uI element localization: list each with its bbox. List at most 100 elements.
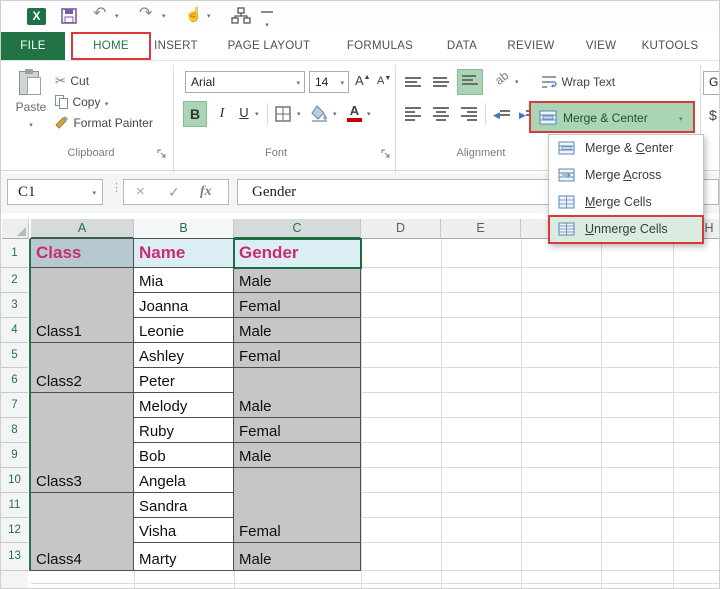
tab-data[interactable]: DATA [437, 32, 487, 60]
cell-A7-A10[interactable]: Class3 [31, 393, 134, 493]
font-dialog-launcher-icon[interactable] [381, 149, 391, 159]
decrease-indent-button[interactable]: ◀ [493, 105, 510, 123]
borders-icon[interactable] [275, 106, 291, 122]
select-all-button[interactable] [2, 219, 29, 239]
font-color-dropdown-icon[interactable]: ▾ [367, 111, 371, 118]
row-header-6[interactable]: 6 [1, 368, 28, 393]
top-align-button[interactable] [405, 75, 421, 89]
row-header-5[interactable]: 5 [1, 343, 28, 368]
font-size-combobox[interactable]: 14▾ [309, 71, 349, 93]
cut-button[interactable]: ✂ Cut [55, 72, 89, 90]
row-header-4[interactable]: 4 [1, 318, 28, 343]
tab-insert[interactable]: INSERT [147, 32, 205, 60]
row-header-7[interactable]: 7 [1, 393, 28, 418]
tab-review[interactable]: REVIEW [501, 32, 561, 60]
copy-button[interactable]: Copy ▾ [55, 93, 108, 111]
row-header-12[interactable]: 12 [1, 518, 28, 543]
cell-B7[interactable]: Melody [134, 393, 234, 418]
wrap-text-button[interactable]: Wrap Text [541, 73, 615, 91]
orientation-dropdown-icon[interactable]: ▾ [515, 79, 519, 86]
underline-dropdown-icon[interactable]: ▾ [255, 111, 259, 118]
tab-view[interactable]: VIEW [579, 32, 623, 60]
center-button[interactable] [433, 105, 449, 123]
cell-B12[interactable]: Visha [134, 518, 234, 543]
font-color-icon[interactable]: A [347, 104, 362, 122]
column-header-E[interactable]: E [441, 219, 521, 239]
cell-C5[interactable]: Femal [234, 343, 361, 368]
org-chart-icon[interactable] [231, 7, 251, 25]
redo-dropdown-icon[interactable]: ▾ [162, 13, 166, 20]
column-header-C[interactable]: C [234, 219, 361, 239]
cell-C13[interactable]: Male [234, 543, 361, 571]
cell-B10[interactable]: Angela [134, 468, 234, 493]
customize-qat-icon[interactable]: ▾ [261, 11, 273, 32]
cell-B11[interactable]: Sandra [134, 493, 234, 518]
tab-page-layout[interactable]: PAGE LAYOUT [217, 32, 321, 60]
name-box[interactable]: C1 ▾ [7, 179, 103, 205]
fill-color-icon[interactable] [311, 105, 329, 122]
cell-B4[interactable]: Leonie [134, 318, 234, 343]
menu-item-merge-center[interactable]: Merge & Center [549, 135, 703, 162]
redo-icon[interactable]: ↷ [139, 5, 152, 23]
align-left-button[interactable] [405, 105, 421, 123]
shrink-font-button[interactable]: A▼ [377, 75, 391, 87]
tab-file[interactable]: FILE [1, 32, 65, 60]
save-icon[interactable] [61, 8, 77, 24]
row-header-9[interactable]: 9 [1, 443, 28, 468]
undo-icon[interactable]: ↶ [93, 5, 106, 23]
cell-C6-C7[interactable]: Male [234, 368, 361, 418]
tab-home[interactable]: HOME [71, 32, 151, 60]
cell-A1[interactable]: Class [31, 239, 134, 268]
cell-C8[interactable]: Femal [234, 418, 361, 443]
cell-B8[interactable]: Ruby [134, 418, 234, 443]
borders-dropdown-icon[interactable]: ▾ [297, 111, 301, 118]
number-format-combobox[interactable]: Ge [703, 71, 720, 95]
cell-B2[interactable]: Mia [134, 268, 234, 293]
bold-button[interactable]: B [183, 101, 207, 127]
row-header-10[interactable]: 10 [1, 468, 28, 493]
cell-B1[interactable]: Name [134, 239, 234, 268]
underline-button[interactable]: U [235, 101, 253, 127]
insert-function-icon[interactable]: fx [200, 184, 212, 200]
row-header-1[interactable]: 1 [1, 239, 28, 268]
grow-font-button[interactable]: A▲ [355, 73, 371, 88]
menu-item-merge-cells[interactable]: Merge Cells [549, 189, 703, 216]
cell-A2-A4[interactable]: Class1 [31, 268, 134, 343]
cell-B6[interactable]: Peter [134, 368, 234, 393]
touch-mode-dropdown-icon[interactable]: ▾ [207, 13, 211, 20]
cell-C10-C12[interactable]: Femal [234, 468, 361, 543]
cell-C3[interactable]: Femal [234, 293, 361, 318]
row-header-3[interactable]: 3 [1, 293, 28, 318]
middle-align-button[interactable] [433, 75, 449, 89]
cell-C4[interactable]: Male [234, 318, 361, 343]
merge-center-dropdown-icon[interactable]: ▾ [679, 116, 683, 123]
cell-A11-A13[interactable]: Class4 [31, 493, 134, 571]
cell-B13[interactable]: Marty [134, 543, 234, 571]
menu-item-merge-across[interactable]: Merge Across [549, 162, 703, 189]
column-header-A[interactable]: A [31, 219, 134, 239]
fill-color-dropdown-icon[interactable]: ▾ [333, 111, 337, 118]
undo-dropdown-icon[interactable]: ▾ [115, 13, 119, 20]
formula-bar-splitter[interactable]: ⋮ [111, 184, 122, 193]
cell-B9[interactable]: Bob [134, 443, 234, 468]
align-right-button[interactable] [461, 105, 477, 123]
cell-A5-A6[interactable]: Class2 [31, 343, 134, 393]
cell-C2[interactable]: Male [234, 268, 361, 293]
row-header-11[interactable]: 11 [1, 493, 28, 518]
cancel-icon[interactable]: × [136, 183, 145, 200]
column-header-B[interactable]: B [134, 219, 234, 239]
name-box-dropdown-icon[interactable]: ▾ [92, 190, 96, 197]
row-header-8[interactable]: 8 [1, 418, 28, 443]
cell-C9[interactable]: Male [234, 443, 361, 468]
tab-formulas[interactable]: FORMULAS [339, 32, 421, 60]
clipboard-dialog-launcher-icon[interactable] [157, 149, 167, 159]
merge-center-button[interactable]: Merge & Center ▾ [529, 101, 695, 133]
font-name-combobox[interactable]: Arial▾ [185, 71, 305, 93]
italic-button[interactable]: I [213, 101, 231, 127]
row-header-13[interactable]: 13 [1, 543, 28, 571]
touch-mode-icon[interactable]: ☝ [185, 5, 202, 23]
format-painter-button[interactable]: Format Painter [55, 114, 153, 132]
currency-format-button[interactable]: $ [709, 107, 717, 123]
tab-kutools[interactable]: KUTOOLS [637, 32, 703, 60]
bottom-align-button[interactable] [457, 69, 483, 95]
